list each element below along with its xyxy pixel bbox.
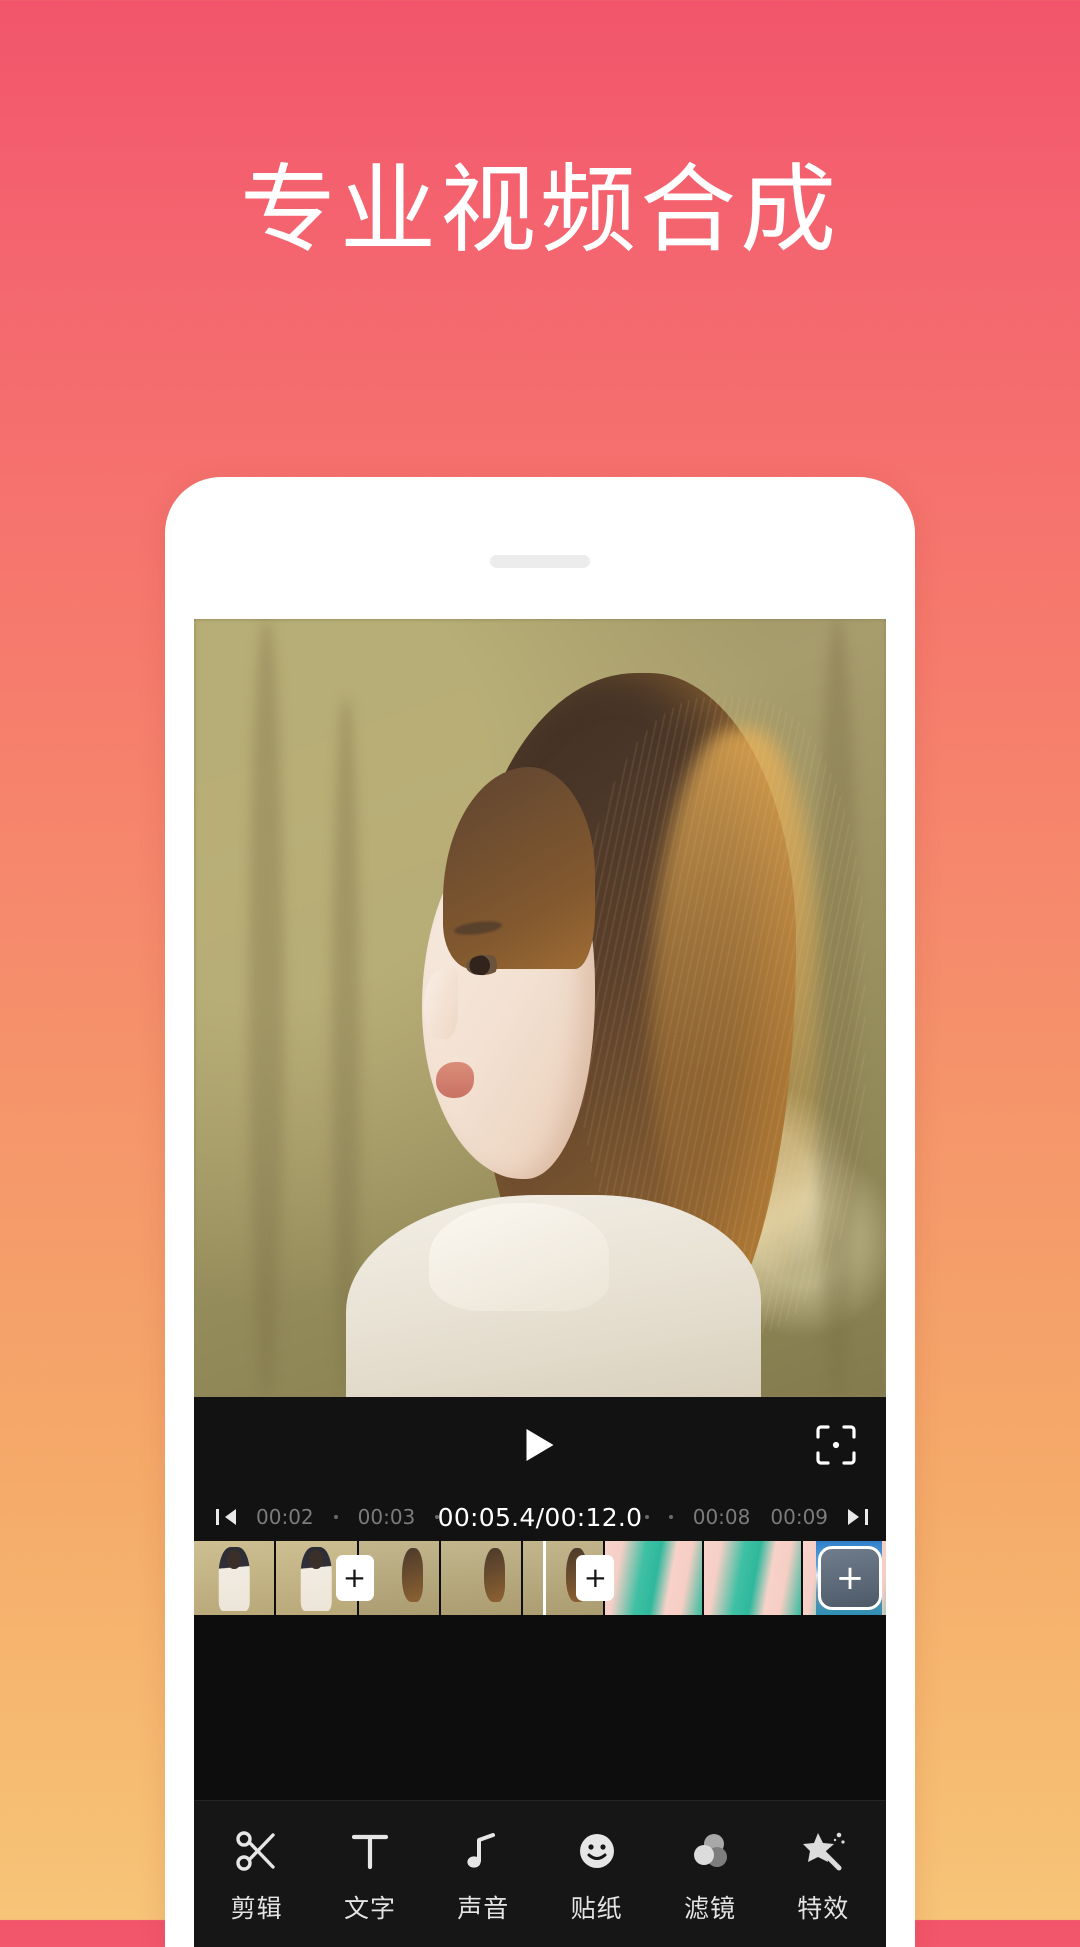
playhead[interactable] bbox=[542, 1541, 546, 1615]
scissors-icon bbox=[233, 1827, 281, 1875]
add-transition-button[interactable]: + bbox=[335, 1555, 374, 1601]
timeline-empty-area bbox=[194, 1615, 886, 1800]
tool-filter[interactable]: 滤镜 bbox=[661, 1827, 759, 1925]
ruler-mark: 00:02 bbox=[256, 1505, 314, 1529]
music-note-icon bbox=[459, 1827, 507, 1875]
timeline-strip[interactable]: + + + + bbox=[194, 1541, 886, 1615]
subject-scarf bbox=[429, 1202, 610, 1312]
timecode-ruler[interactable]: 00:02 00:03 00:05.4/00:12.0 00:08 00:09 bbox=[194, 1493, 886, 1541]
play-icon[interactable] bbox=[526, 1429, 554, 1461]
video-preview[interactable] bbox=[194, 619, 886, 1397]
filter-circles-icon bbox=[686, 1827, 734, 1875]
tool-effects[interactable]: 特效 bbox=[774, 1827, 872, 1925]
timeline-clip[interactable] bbox=[194, 1541, 277, 1615]
timeline-clip[interactable] bbox=[605, 1541, 705, 1615]
ruler-tick bbox=[668, 1515, 673, 1519]
add-transition-button[interactable]: + bbox=[576, 1555, 615, 1601]
current-time-display: 00:05.4/00:12.0 bbox=[437, 1502, 643, 1532]
subject-nose bbox=[423, 969, 459, 1040]
tool-sticker[interactable]: 贴纸 bbox=[548, 1827, 646, 1925]
magic-wand-star-icon bbox=[799, 1827, 847, 1875]
timeline-clip[interactable] bbox=[704, 1541, 804, 1615]
tool-audio[interactable]: 声音 bbox=[434, 1827, 532, 1925]
clip-thumbnail bbox=[484, 1548, 505, 1602]
player-control-bar bbox=[194, 1397, 886, 1493]
page-title: 专业视频合成 bbox=[240, 154, 840, 266]
bottom-toolbar: 剪辑 文字 声音 贴纸 滤镜 特效 bbox=[194, 1800, 886, 1947]
tool-text[interactable]: 文字 bbox=[321, 1827, 419, 1925]
skip-next-icon[interactable] bbox=[848, 1507, 869, 1527]
phone-mockup: 00:02 00:03 00:05.4/00:12.0 00:08 00:09 bbox=[165, 477, 915, 1947]
ruler-mark: 00:08 bbox=[692, 1505, 751, 1529]
clip-thumbnail bbox=[227, 1549, 241, 1570]
ruler-mark: 00:03 bbox=[357, 1505, 416, 1529]
add-clip-button[interactable]: + bbox=[818, 1546, 882, 1610]
skip-previous-icon[interactable] bbox=[216, 1507, 236, 1527]
tool-edit[interactable]: 剪辑 bbox=[208, 1827, 306, 1925]
ruler-tick bbox=[644, 1515, 649, 1519]
speaker-grille-icon bbox=[490, 555, 590, 568]
timeline-clip[interactable] bbox=[440, 1541, 524, 1615]
ruler-tick bbox=[333, 1515, 338, 1519]
crop-icon[interactable] bbox=[814, 1423, 858, 1467]
phone-screen: 00:02 00:03 00:05.4/00:12.0 00:08 00:09 bbox=[194, 619, 886, 1947]
smiley-icon bbox=[573, 1827, 621, 1875]
clip-thumbnail bbox=[401, 1548, 423, 1602]
subject-lips bbox=[436, 1062, 474, 1099]
text-t-icon bbox=[346, 1827, 394, 1875]
ruler-mark: 00:09 bbox=[770, 1505, 829, 1529]
preview-bokeh bbox=[249, 619, 284, 1397]
clip-thumbnail bbox=[309, 1549, 324, 1570]
